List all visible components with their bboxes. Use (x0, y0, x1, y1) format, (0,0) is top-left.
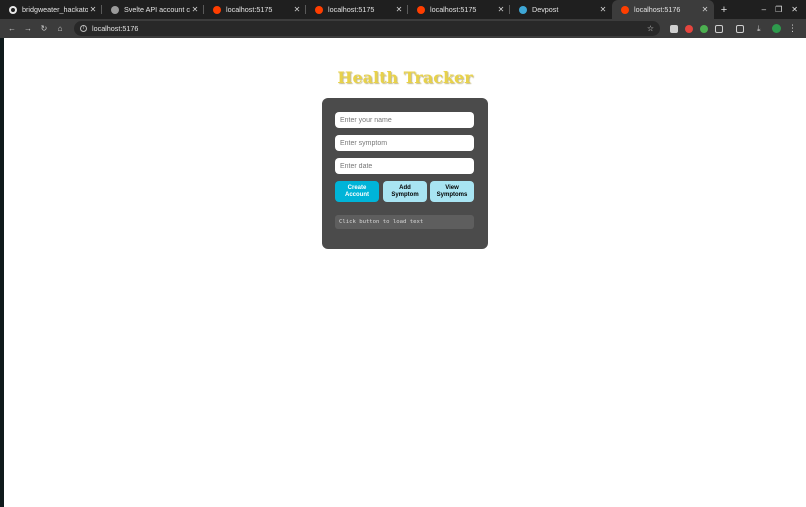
bookmark-star-icon[interactable]: ☆ (647, 24, 654, 33)
page-viewport: Health Tracker Create Account Add Sympto… (4, 38, 806, 507)
view-symptoms-button[interactable]: View Symptoms (430, 181, 474, 202)
tab-3[interactable]: localhost:5175 ✕ (204, 0, 306, 19)
view-symptoms-label: View Symptoms (436, 184, 468, 198)
svelte-icon (417, 5, 425, 14)
tab-label: localhost:5175 (328, 5, 375, 14)
close-icon[interactable]: ✕ (88, 5, 98, 14)
name-input[interactable] (335, 112, 474, 128)
maximize-icon[interactable]: ❐ (775, 5, 782, 14)
close-icon[interactable]: ✕ (700, 5, 710, 14)
tab-label: Devpost (532, 5, 559, 14)
svelte-icon (315, 5, 323, 14)
extensions-puzzle-icon[interactable] (715, 24, 723, 33)
cast-icon[interactable] (670, 24, 678, 33)
tab-2[interactable]: Svelte API account creat ✕ (102, 0, 204, 19)
github-icon (9, 5, 17, 14)
browser-toolbar: ← → ↻ ⌂ i localhost:5176 ☆ ⤓ ⋮ (0, 19, 806, 38)
date-input[interactable] (335, 158, 474, 174)
minimize-icon[interactable]: – (762, 5, 766, 14)
tab-label: localhost:5176 (634, 5, 681, 14)
tab-4[interactable]: localhost:5175 ✕ (306, 0, 408, 19)
back-icon[interactable]: ← (4, 21, 20, 37)
site-info-icon[interactable]: i (80, 25, 87, 32)
close-icon[interactable]: ✕ (598, 5, 608, 14)
globe-icon (111, 5, 119, 14)
tab-strip: bridgweater_hackaton/f ✕ Svelte API acco… (0, 0, 806, 19)
tab-5[interactable]: localhost:5175 ✕ (408, 0, 510, 19)
tab-6[interactable]: Devpost ✕ (510, 0, 612, 19)
window-close-icon[interactable]: ✕ (791, 5, 798, 14)
tab-7-active[interactable]: localhost:5176 ✕ (612, 0, 714, 19)
add-symptom-label: Add Symptom (391, 184, 419, 198)
download-icon[interactable]: ⤓ (757, 24, 765, 33)
svelte-icon (621, 5, 629, 14)
tab-label: localhost:5175 (226, 5, 273, 14)
output-text-box: Click button to load text (335, 215, 474, 229)
add-symptom-button[interactable]: Add Symptom (383, 181, 427, 202)
new-tab-icon[interactable]: + (714, 0, 734, 19)
symptom-input[interactable] (335, 135, 474, 151)
tab-label: Svelte API account creat (124, 5, 190, 14)
side-panel-icon[interactable] (736, 24, 744, 33)
tab-1[interactable]: bridgweater_hackaton/f ✕ (0, 0, 102, 19)
reload-icon[interactable]: ↻ (36, 21, 52, 37)
tracker-card: Create Account Add Symptom View Symptoms… (322, 98, 488, 249)
page-title: Health Tracker (337, 68, 473, 87)
menu-kebab-icon[interactable]: ⋮ (788, 23, 797, 34)
window-controls: – ❐ ✕ (762, 0, 806, 19)
close-icon[interactable]: ✕ (394, 5, 404, 14)
extension-multicolor-icon[interactable] (700, 24, 708, 33)
svelte-icon (213, 5, 221, 14)
tab-label: localhost:5175 (430, 5, 477, 14)
address-bar[interactable]: i localhost:5176 ☆ (74, 21, 660, 36)
close-icon[interactable]: ✕ (496, 5, 506, 14)
forward-icon[interactable]: → (20, 21, 36, 37)
tab-label: bridgweater_hackaton/f (22, 5, 88, 14)
profile-avatar[interactable] (772, 24, 781, 33)
create-account-label: Create Account (345, 184, 369, 198)
extensions-area: ⤓ ⋮ (670, 23, 797, 34)
close-icon[interactable]: ✕ (292, 5, 302, 14)
home-icon[interactable]: ⌂ (52, 21, 68, 37)
create-account-button[interactable]: Create Account (335, 181, 379, 202)
close-icon[interactable]: ✕ (190, 5, 200, 14)
devpost-icon (519, 5, 527, 14)
address-url: localhost:5176 (92, 24, 139, 33)
extension-red-icon[interactable] (685, 24, 693, 33)
